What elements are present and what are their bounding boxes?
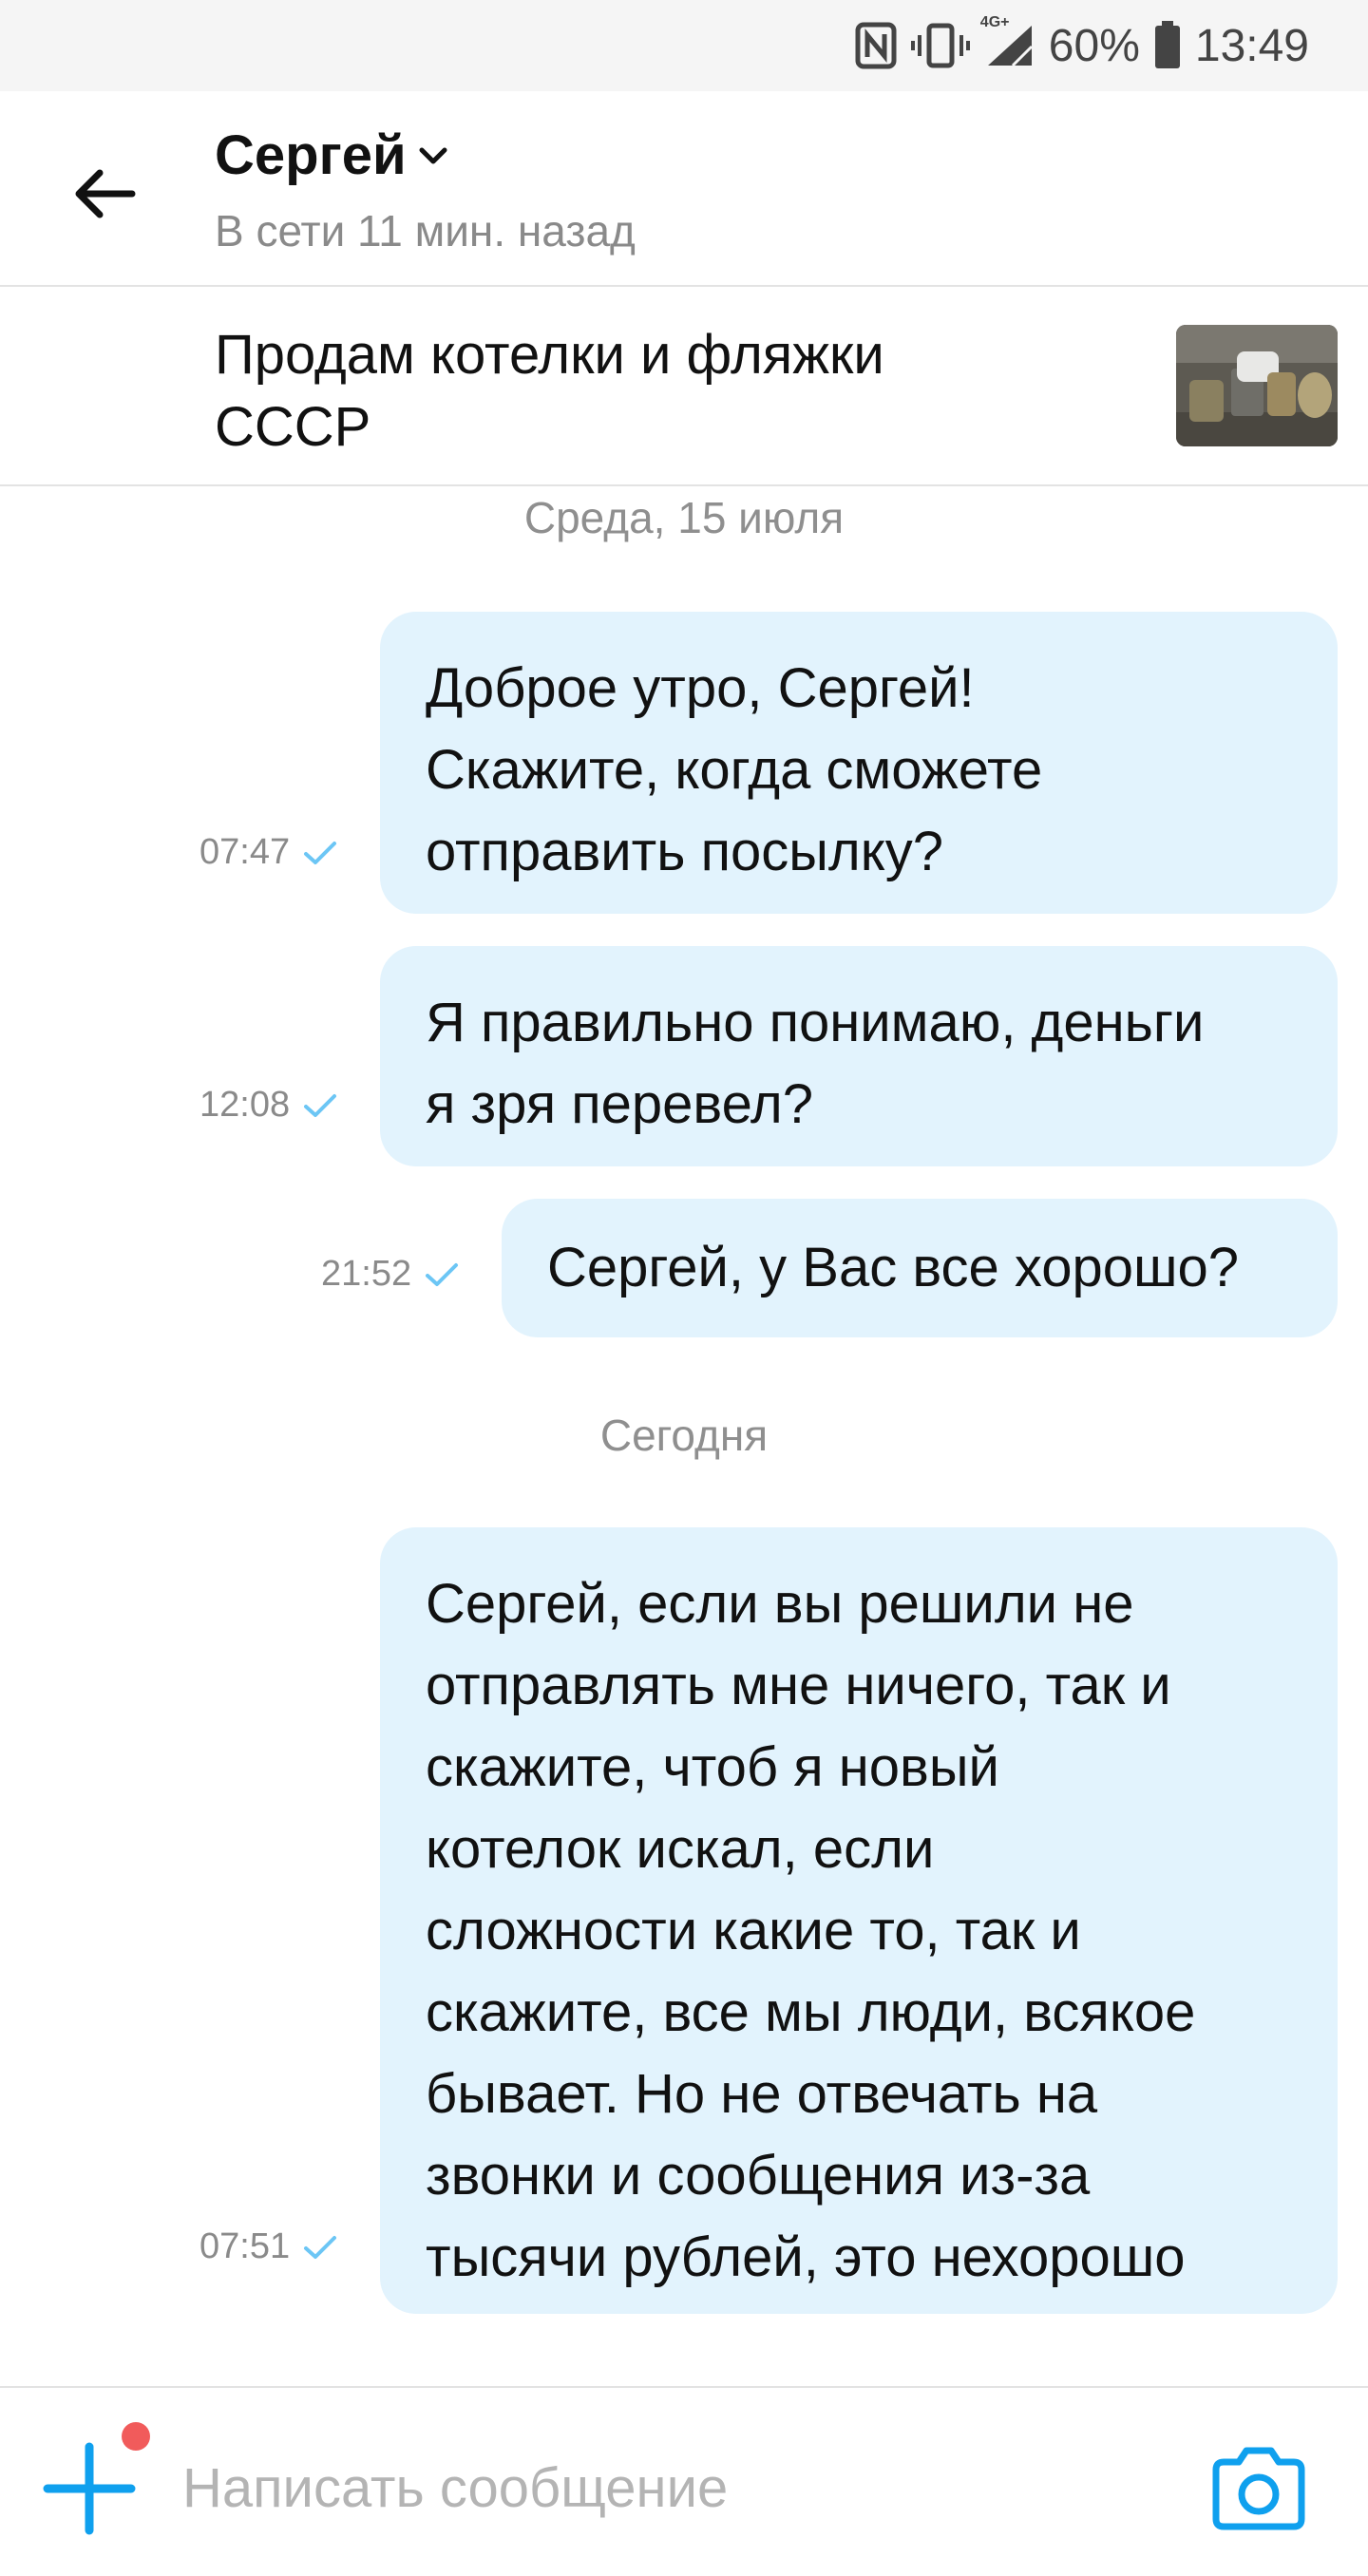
listing-title-line: Продам котелки и фляжки	[215, 324, 884, 386]
contact-name-dropdown[interactable]: Сергей	[215, 123, 448, 187]
listing-thumbnail[interactable]	[1176, 325, 1338, 446]
listing-photo-icon	[1176, 325, 1338, 446]
message-time: 07:51	[200, 2226, 291, 2266]
back-button[interactable]	[57, 156, 152, 232]
message-text-line: Сергей, если вы решили не	[426, 1573, 1134, 1635]
message-composer	[0, 2386, 1368, 2576]
message-text-line: скажите, все мы люди, всякое	[426, 1981, 1196, 2043]
add-attachment-button[interactable]	[42, 2441, 137, 2536]
message-text-line: отправить посылку?	[426, 821, 944, 882]
contact-status: В сети 11 мин. назад	[215, 206, 636, 256]
message-bubble[interactable]: Я правильно понимаю, деньги я зря переве…	[380, 946, 1338, 1166]
message-meta: 07:51	[200, 2226, 337, 2267]
signal-icon: 4G+	[980, 14, 1036, 69]
clock: 13:49	[1194, 20, 1309, 71]
battery-icon	[1153, 21, 1182, 70]
message-text-line: звонки и сообщения из-за	[426, 2145, 1091, 2207]
day-separator: Сегодня	[599, 1411, 769, 1460]
sent-check-icon	[426, 1262, 459, 1286]
listing-card[interactable]: Продам котелки и фляжки СССР	[0, 287, 1368, 486]
camera-button[interactable]	[1206, 2441, 1311, 2536]
nfc-icon	[855, 22, 897, 69]
message-meta: 12:08	[200, 1085, 337, 1126]
camera-icon	[1212, 2447, 1305, 2530]
message-time: 12:08	[200, 1085, 291, 1125]
sent-check-icon	[304, 2235, 337, 2259]
message-text-line: сложности какие то, так и	[426, 1900, 1081, 1961]
network-type: 4G+	[979, 14, 1010, 30]
sent-check-icon	[304, 1093, 337, 1117]
message-text-line: Скажите, когда сможете	[426, 739, 1043, 801]
message-meta: 21:52	[321, 1254, 459, 1295]
message-text-line: Я правильно понимаю, деньги	[426, 992, 1205, 1053]
message-meta: 07:47	[200, 832, 337, 873]
message-text-line: отправлять мне ничего, так и	[426, 1655, 1171, 1716]
message-text-line: я зря перевел?	[426, 1073, 814, 1135]
vibrate-icon	[910, 22, 971, 69]
message-text-line: тысячи рублей, это нехорошо	[426, 2226, 1186, 2288]
message-text-line: Сергей, у Вас все хорошо?	[547, 1237, 1240, 1298]
message-text-line: скажите, чтоб я новый	[426, 1736, 999, 1798]
day-separator: Среда, 15 июля	[523, 493, 845, 542]
chat-header: Сергей В сети 11 мин. назад	[0, 91, 1368, 287]
sent-check-icon	[304, 841, 337, 864]
status-bar: 4G+ 60% 13:49	[0, 0, 1368, 91]
listing-title: Продам котелки и фляжки СССР	[215, 319, 1070, 464]
message-time: 07:47	[200, 832, 291, 872]
message-bubble[interactable]: Доброе утро, Сергей! Скажите, когда смож…	[380, 612, 1338, 914]
plus-icon	[43, 2442, 136, 2535]
notification-dot	[122, 2422, 150, 2451]
battery-percent: 60%	[1048, 20, 1140, 71]
listing-title-line: СССР	[215, 396, 371, 458]
arrow-left-icon	[75, 169, 136, 218]
contact-name: Сергей	[215, 124, 407, 186]
message-text-line: Доброе утро, Сергей!	[426, 657, 975, 719]
message-input[interactable]	[182, 2445, 1180, 2530]
chevron-down-icon	[419, 147, 447, 163]
message-text-line: бывает. Но не отвечать на	[426, 2063, 1098, 2125]
message-text-line: котелок искал, если	[426, 1818, 935, 1880]
message-bubble[interactable]: Сергей, если вы решили не отправлять мне…	[380, 1527, 1338, 2314]
message-bubble[interactable]: Сергей, у Вас все хорошо?	[502, 1199, 1338, 1337]
message-time: 21:52	[321, 1254, 412, 1294]
